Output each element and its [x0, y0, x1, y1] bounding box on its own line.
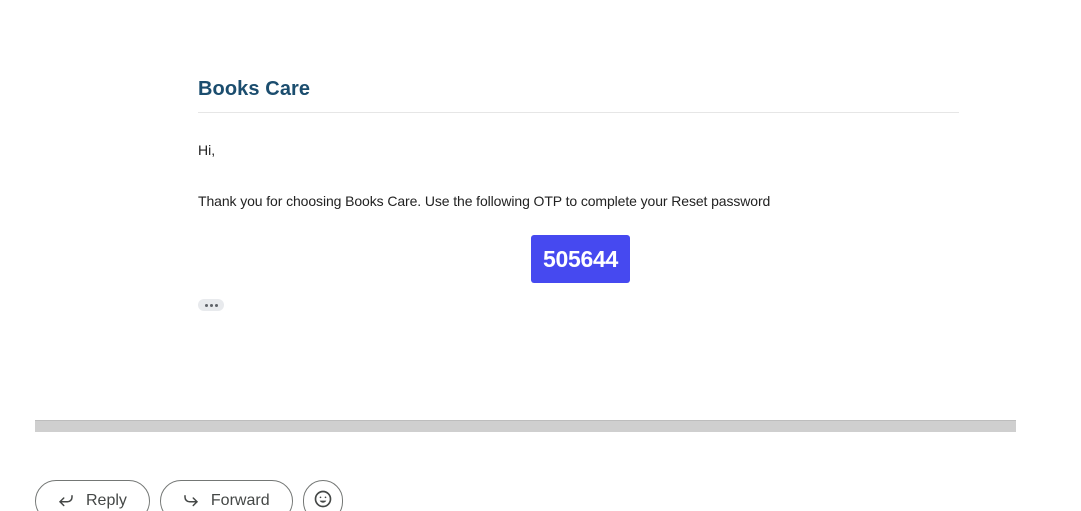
dot-icon — [204, 303, 208, 307]
message-actions: Reply Forward — [35, 480, 343, 511]
forward-button[interactable]: Forward — [159, 480, 293, 511]
footer-divider-bar — [35, 420, 1016, 432]
greeting-text: Hi, — [198, 142, 216, 158]
otp-container: 505644 — [531, 235, 630, 283]
message-text: Thank you for choosing Books Care. Use t… — [198, 193, 771, 209]
reply-arrow-icon — [56, 491, 76, 511]
show-trimmed-content-button[interactable] — [198, 299, 224, 311]
dot-icon — [214, 303, 218, 307]
emoji-reaction-button[interactable] — [302, 480, 343, 511]
otp-code: 505644 — [531, 235, 630, 283]
reply-label: Reply — [86, 492, 127, 509]
brand-title: Books Care — [198, 78, 311, 100]
email-body: Books Care Hi, Thank you for choosing Bo… — [198, 72, 959, 311]
brand-divider — [198, 112, 959, 113]
forward-arrow-icon — [181, 491, 201, 511]
reply-button[interactable]: Reply — [35, 480, 150, 511]
dot-icon — [209, 303, 213, 307]
forward-label: Forward — [210, 492, 270, 509]
emoji-smile-icon — [313, 489, 333, 511]
